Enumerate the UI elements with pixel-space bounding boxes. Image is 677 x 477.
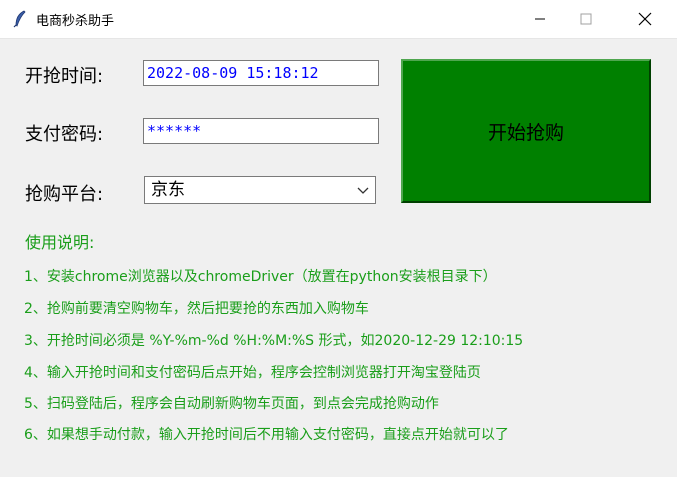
password-value: ****** [147,122,202,140]
chevron-down-icon [357,187,369,194]
start-purchase-label: 开始抢购 [487,121,564,144]
feather-icon [13,10,26,28]
start-time-value: 2022-08-09 15:18:12 [147,64,319,82]
start-time-input[interactable]: 2022-08-09 15:18:12 [143,60,379,86]
instruction-item: 5、扫码登陆后，程序会自动刷新购物车页面，到点会完成抢购动作 [24,396,439,412]
instruction-item: 4、输入开抢时间和支付密码后点开始，程序会控制浏览器打开淘宝登陆页 [24,365,481,381]
password-label: 支付密码: [25,124,104,145]
start-purchase-button[interactable]: 开始抢购 [401,59,651,203]
instructions-title: 使用说明: [25,233,95,252]
window-title: 电商秒杀助手 [36,14,115,29]
maximize-button[interactable] [563,0,609,38]
platform-select[interactable]: 京东 [144,176,376,204]
title-bar[interactable]: 电商秒杀助手 [0,0,677,39]
minimize-icon [535,18,545,20]
password-input[interactable]: ****** [143,118,379,144]
instruction-item: 3、开抢时间必须是 %Y-%m-%d %H:%M:%S 形式，如2020-12-… [24,333,524,349]
instruction-item: 6、如果想手动付款，输入开抢时间后不用输入支付密码，直接点开始就可以了 [24,427,509,443]
instruction-item: 1、安装chrome浏览器以及chromeDriver（放置在python安装根… [24,269,497,285]
app-window: 电商秒杀助手 开抢时间: 2022-08-09 15:18:12 支付密码: *… [0,0,677,477]
close-button[interactable] [622,0,668,38]
minimize-button[interactable] [517,0,563,38]
instruction-item: 2、抢购前要清空购物车，然后把要抢的东西加入购物车 [24,301,369,317]
maximize-icon [580,13,592,25]
start-time-label: 开抢时间: [25,66,104,87]
platform-label: 抢购平台: [25,184,104,205]
close-icon [638,12,652,26]
platform-value: 京东 [151,180,185,200]
